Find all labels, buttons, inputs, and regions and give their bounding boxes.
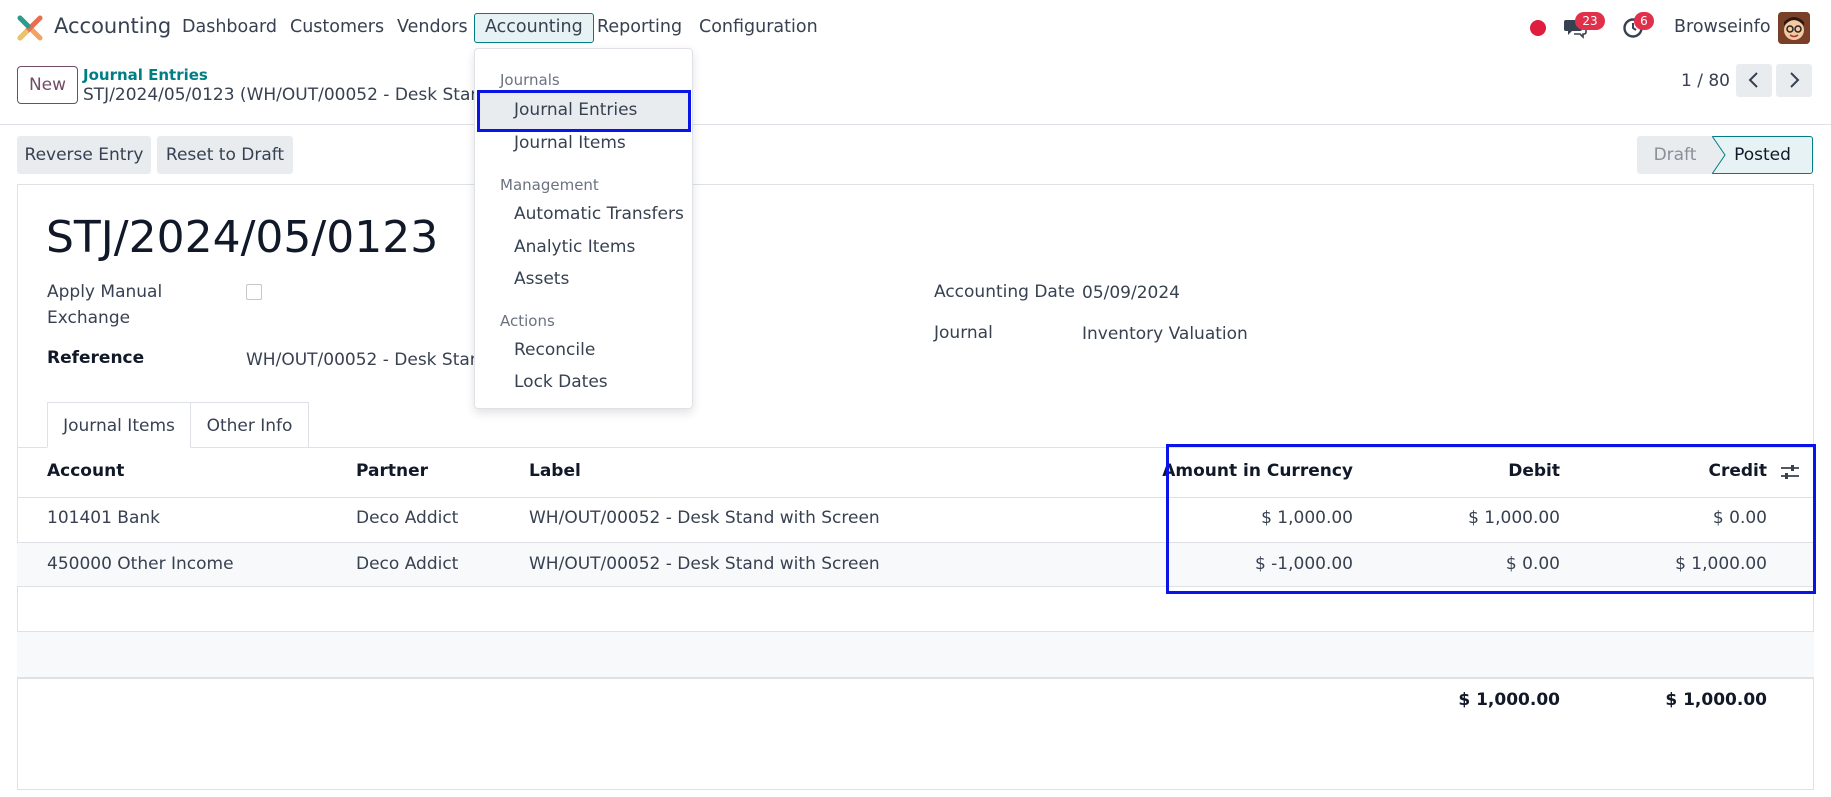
apply-manual-label: Apply Manual xyxy=(47,282,163,302)
new-button[interactable]: New xyxy=(17,66,78,104)
menu-configuration[interactable]: Configuration xyxy=(699,17,818,37)
activity-count-badge: 6 xyxy=(1634,12,1654,30)
annotation-box-journal-entries xyxy=(477,90,691,132)
cell-account[interactable]: 450000 Other Income xyxy=(47,554,234,574)
total-debit: $ 1,000.00 xyxy=(1458,690,1560,710)
menu-accounting[interactable]: Accounting xyxy=(474,13,594,43)
control-panel-divider xyxy=(0,124,1831,125)
journal-label: Journal xyxy=(934,323,993,343)
totals-divider xyxy=(17,677,1814,679)
cell-partner[interactable]: Deco Addict xyxy=(356,508,458,528)
cell-account[interactable]: 101401 Bank xyxy=(47,508,160,528)
total-credit: $ 1,000.00 xyxy=(1665,690,1767,710)
menu-item-lock-dates[interactable]: Lock Dates xyxy=(514,372,608,392)
top-navbar: Accounting Dashboard Customers Vendors A… xyxy=(0,0,1831,56)
chevron-left-icon xyxy=(1748,72,1758,88)
cell-partner[interactable]: Deco Addict xyxy=(356,554,458,574)
pager-next-button[interactable] xyxy=(1776,64,1812,97)
reset-to-draft-button[interactable]: Reset to Draft xyxy=(157,136,293,174)
status-indicator-icon[interactable] xyxy=(1530,20,1546,36)
column-header-label[interactable]: Label xyxy=(529,461,581,481)
menu-dashboard[interactable]: Dashboard xyxy=(182,17,277,37)
status-arrow-icon xyxy=(1712,136,1726,174)
menu-customers[interactable]: Customers xyxy=(290,17,384,37)
journal-value[interactable]: Inventory Valuation xyxy=(1082,324,1248,344)
pager-value[interactable]: 1 / 80 xyxy=(1681,71,1730,91)
menu-item-analytic-items[interactable]: Analytic Items xyxy=(514,237,635,257)
menu-vendors[interactable]: Vendors xyxy=(397,17,468,37)
app-logo-icon[interactable] xyxy=(17,15,43,41)
menu-reporting[interactable]: Reporting xyxy=(597,17,682,37)
menu-item-journal-items[interactable]: Journal Items xyxy=(514,133,626,153)
menu-item-assets[interactable]: Assets xyxy=(514,269,569,289)
section-management: Management xyxy=(500,176,599,194)
reference-label: Reference xyxy=(47,348,145,368)
column-header-partner[interactable]: Partner xyxy=(356,461,428,481)
menu-item-reconcile[interactable]: Reconcile xyxy=(514,340,595,360)
menu-item-automatic-transfers[interactable]: Automatic Transfers xyxy=(514,204,684,224)
cell-label[interactable]: WH/OUT/00052 - Desk Stand with Screen xyxy=(529,508,880,528)
reverse-entry-button[interactable]: Reverse Entry xyxy=(17,136,151,174)
status-posted[interactable]: Posted xyxy=(1713,136,1813,174)
pager-previous-button[interactable] xyxy=(1736,64,1772,97)
tab-other-info[interactable]: Other Info xyxy=(190,402,309,448)
breadcrumb-current: STJ/2024/05/0123 (WH/OUT/00052 - Desk St… xyxy=(83,85,533,105)
accounting-date-value[interactable]: 05/09/2024 xyxy=(1082,283,1180,303)
user-avatar[interactable] xyxy=(1778,12,1810,44)
empty-row-background xyxy=(17,632,1814,677)
apply-manual-label-line2: Exchange xyxy=(47,308,131,328)
accounting-date-label: Accounting Date xyxy=(934,282,1075,302)
section-journals: Journals xyxy=(500,71,560,89)
app-name[interactable]: Accounting xyxy=(54,14,171,38)
tab-journal-items[interactable]: Journal Items xyxy=(47,402,191,448)
cell-label[interactable]: WH/OUT/00052 - Desk Stand with Screen xyxy=(529,554,880,574)
apply-manual-exchange-checkbox[interactable] xyxy=(246,284,262,300)
breadcrumb-journal-entries[interactable]: Journal Entries xyxy=(83,66,208,84)
reference-value[interactable]: WH/OUT/00052 - Desk Stand w xyxy=(246,350,511,370)
column-header-account[interactable]: Account xyxy=(47,461,124,481)
annotation-box-amounts xyxy=(1166,444,1816,594)
section-actions: Actions xyxy=(500,312,555,330)
company-switcher[interactable]: Browseinfo xyxy=(1674,17,1771,37)
chevron-right-icon xyxy=(1790,72,1800,88)
record-title: STJ/2024/05/0123 xyxy=(46,212,439,263)
status-draft[interactable]: Draft xyxy=(1637,136,1713,174)
chat-count-badge: 23 xyxy=(1575,12,1605,30)
